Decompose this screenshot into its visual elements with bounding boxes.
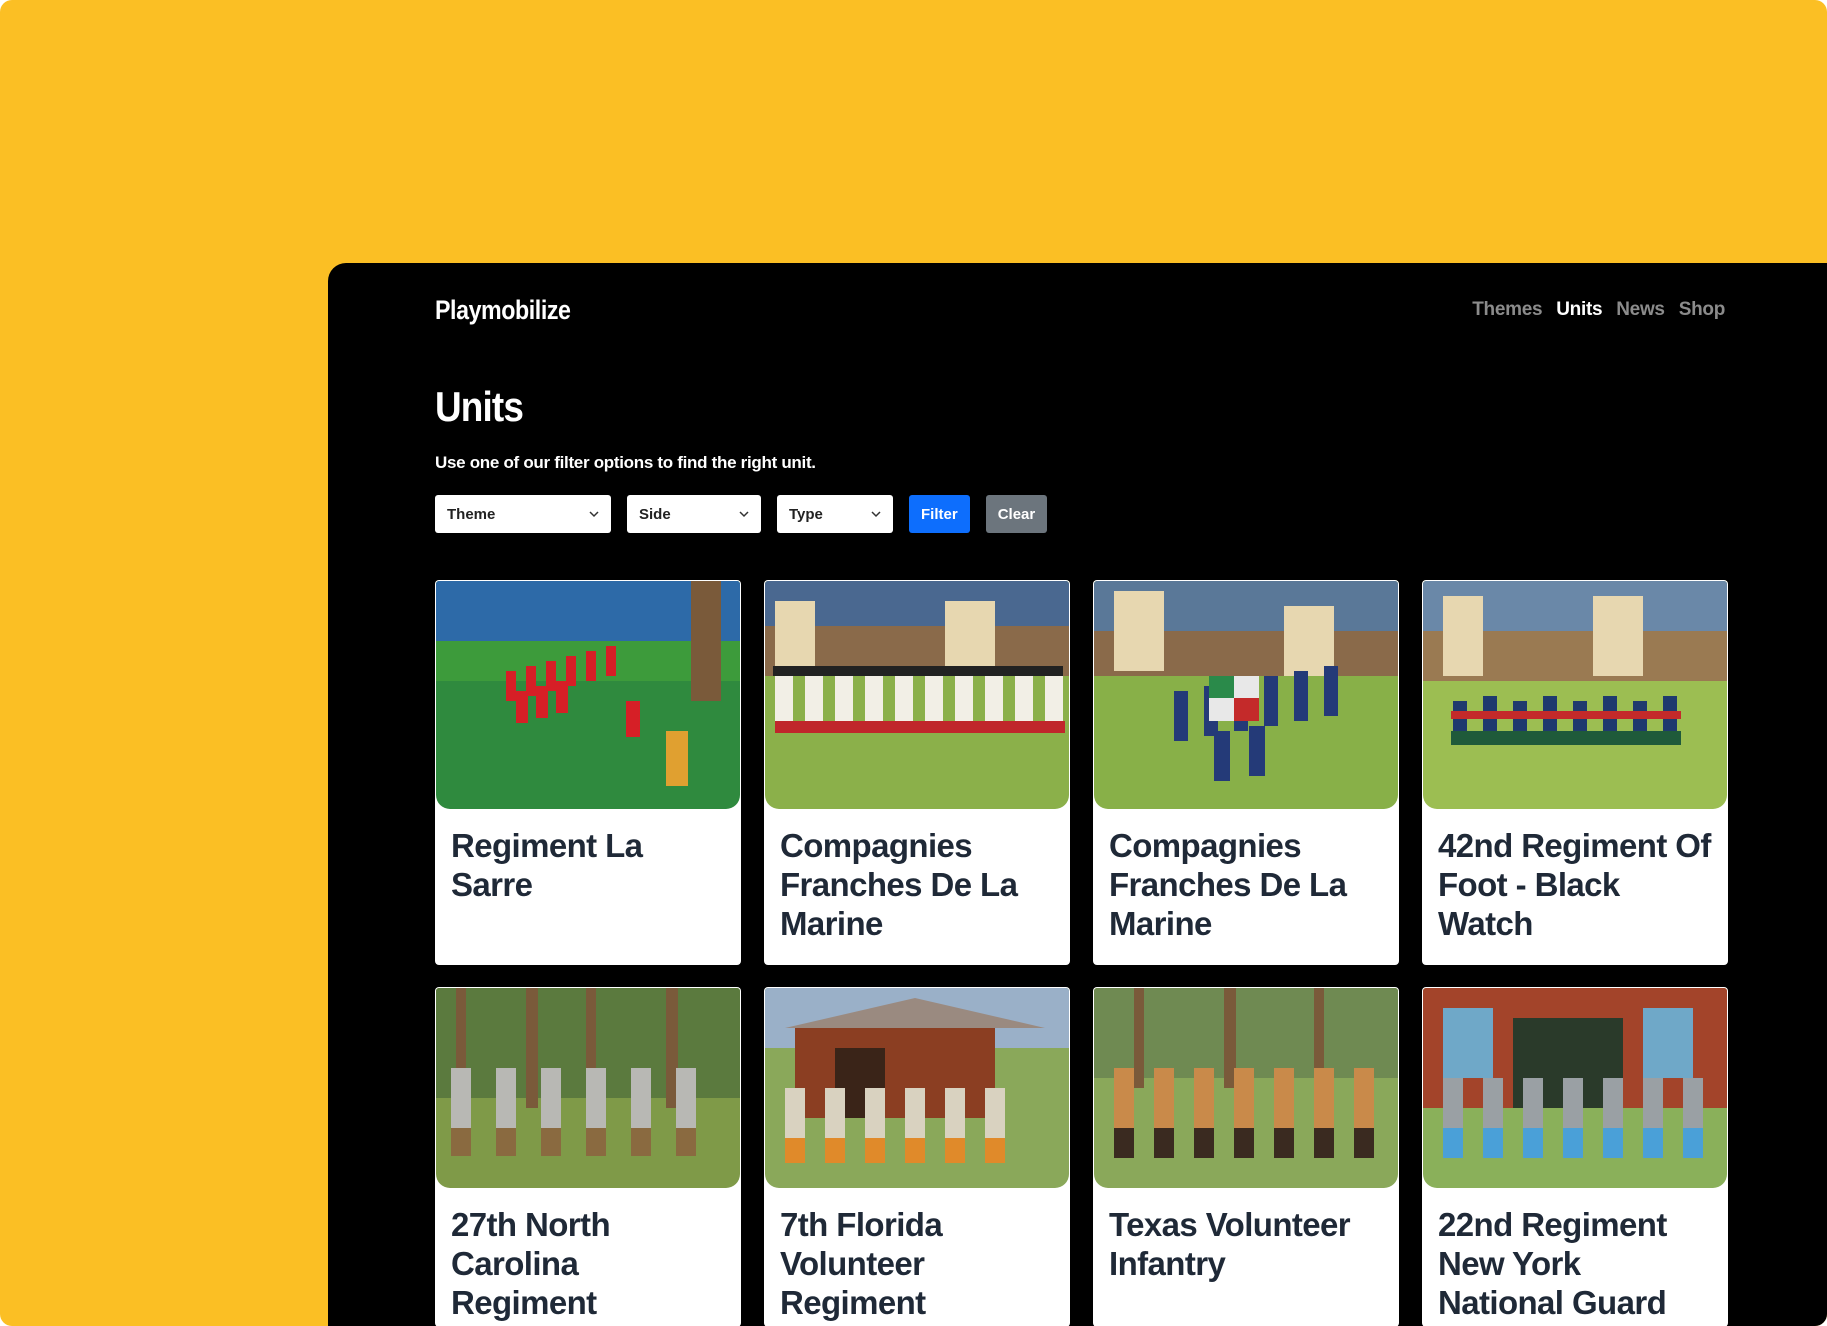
unit-card-image[interactable] xyxy=(1423,988,1727,1188)
page-subtitle: Use one of our filter options to find th… xyxy=(435,453,816,472)
side-select[interactable]: Side xyxy=(627,495,761,533)
side-select-value: Side xyxy=(639,505,671,523)
theme-select-value: Theme xyxy=(447,505,496,523)
unit-card-image[interactable] xyxy=(765,581,1069,809)
unit-card[interactable]: 7th Florida Volunteer Regiment xyxy=(764,987,1070,1326)
nav-item-news[interactable]: News xyxy=(1616,299,1665,321)
type-select-value: Type xyxy=(789,505,823,523)
unit-card[interactable]: Compagnies Franches De La Marine xyxy=(764,580,1070,965)
chevron-down-icon xyxy=(871,511,881,518)
unit-card[interactable]: 42nd Regiment Of Foot - Black Watch xyxy=(1422,580,1728,965)
unit-card-title[interactable]: 27th North Carolina Regiment xyxy=(435,1189,741,1326)
type-select[interactable]: Type xyxy=(777,495,893,533)
unit-card-title[interactable]: 42nd Regiment Of Foot - Black Watch xyxy=(1422,810,1728,963)
filter-button[interactable]: Filter xyxy=(909,495,970,533)
unit-card-image[interactable] xyxy=(1094,581,1398,809)
unit-card-image[interactable] xyxy=(765,988,1069,1188)
brand-logo[interactable]: Playmobilize xyxy=(435,295,571,326)
unit-card-image[interactable] xyxy=(436,581,740,809)
page-title: Units xyxy=(435,383,524,430)
unit-card-title[interactable]: 7th Florida Volunteer Regiment xyxy=(764,1189,1070,1326)
nav-item-units[interactable]: Units xyxy=(1556,299,1602,321)
main-nav: Themes Units News Shop xyxy=(1472,299,1725,321)
unit-card-image[interactable] xyxy=(1423,581,1727,809)
unit-card-title[interactable]: Compagnies Franches De La Marine xyxy=(1093,810,1399,963)
theme-select[interactable]: Theme xyxy=(435,495,611,533)
unit-card-title[interactable]: 22nd Regiment New York National Guard xyxy=(1422,1189,1728,1326)
yellow-backdrop: Playmobilize Themes Units News Shop Unit… xyxy=(0,0,1827,1326)
nav-item-shop[interactable]: Shop xyxy=(1679,299,1726,321)
unit-card-image[interactable] xyxy=(1094,988,1398,1188)
clear-button[interactable]: Clear xyxy=(985,495,1048,533)
unit-card[interactable]: Texas Volunteer Infantry xyxy=(1093,987,1399,1326)
filter-bar: Theme Side Type Filter Clear xyxy=(435,495,1048,533)
unit-card-title[interactable]: Regiment La Sarre xyxy=(435,810,741,924)
unit-card-title[interactable]: Texas Volunteer Infantry xyxy=(1093,1189,1399,1303)
unit-card[interactable]: Compagnies Franches De La Marine xyxy=(1093,580,1399,965)
nav-item-themes[interactable]: Themes xyxy=(1472,299,1542,321)
unit-card-title[interactable]: Compagnies Franches De La Marine xyxy=(764,810,1070,963)
unit-card[interactable]: 22nd Regiment New York National Guard xyxy=(1422,987,1728,1326)
chevron-down-icon xyxy=(589,511,599,518)
chevron-down-icon xyxy=(739,511,749,518)
unit-card[interactable]: Regiment La Sarre xyxy=(435,580,741,965)
unit-card-image[interactable] xyxy=(436,988,740,1188)
browser-window: Playmobilize Themes Units News Shop Unit… xyxy=(328,263,1827,1326)
unit-card[interactable]: 27th North Carolina Regiment xyxy=(435,987,741,1326)
top-navbar: Playmobilize Themes Units News Shop xyxy=(435,295,1735,335)
